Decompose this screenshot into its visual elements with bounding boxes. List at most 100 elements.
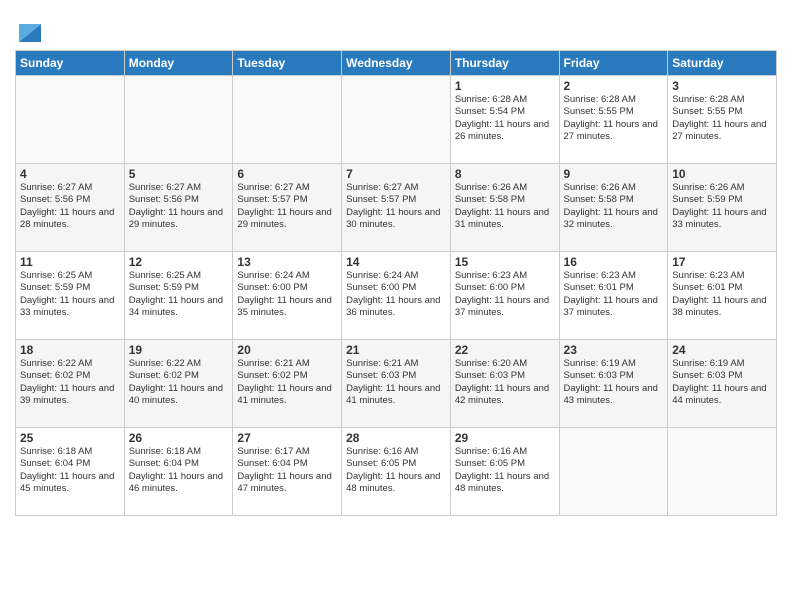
cell-info-line: Sunrise: 6:21 AM xyxy=(237,358,337,370)
cell-info-line: Sunset: 6:03 PM xyxy=(346,370,446,382)
day-header-sunday: Sunday xyxy=(16,51,125,76)
cell-info-line: Sunset: 6:03 PM xyxy=(564,370,664,382)
calendar-cell: 13Sunrise: 6:24 AMSunset: 6:00 PMDayligh… xyxy=(233,252,342,340)
cell-info-line: Sunrise: 6:21 AM xyxy=(346,358,446,370)
day-number: 6 xyxy=(237,167,337,181)
day-header-friday: Friday xyxy=(559,51,668,76)
cell-info-line: Sunrise: 6:23 AM xyxy=(564,270,664,282)
cell-info-line: Sunrise: 6:28 AM xyxy=(564,94,664,106)
cell-info-line: Sunrise: 6:16 AM xyxy=(455,446,555,458)
cell-info-line: Daylight: 11 hours and 37 minutes. xyxy=(455,295,555,320)
cell-info-line: Daylight: 11 hours and 34 minutes. xyxy=(129,295,229,320)
cell-info-line: Sunset: 5:56 PM xyxy=(129,194,229,206)
cell-info-line: Sunset: 6:05 PM xyxy=(346,458,446,470)
week-row-1: 4Sunrise: 6:27 AMSunset: 5:56 PMDaylight… xyxy=(16,164,777,252)
cell-info-line: Sunrise: 6:17 AM xyxy=(237,446,337,458)
cell-info-line: Sunset: 6:05 PM xyxy=(455,458,555,470)
cell-info-line: Daylight: 11 hours and 39 minutes. xyxy=(20,383,120,408)
calendar-cell: 18Sunrise: 6:22 AMSunset: 6:02 PMDayligh… xyxy=(16,340,125,428)
cell-info-line: Sunrise: 6:16 AM xyxy=(346,446,446,458)
cell-info-line: Daylight: 11 hours and 37 minutes. xyxy=(564,295,664,320)
logo-icon xyxy=(19,14,41,42)
calendar-cell xyxy=(342,76,451,164)
calendar-cell xyxy=(124,76,233,164)
header-row: SundayMondayTuesdayWednesdayThursdayFrid… xyxy=(16,51,777,76)
week-row-0: 1Sunrise: 6:28 AMSunset: 5:54 PMDaylight… xyxy=(16,76,777,164)
calendar-cell: 26Sunrise: 6:18 AMSunset: 6:04 PMDayligh… xyxy=(124,428,233,516)
calendar-cell xyxy=(233,76,342,164)
calendar-cell: 2Sunrise: 6:28 AMSunset: 5:55 PMDaylight… xyxy=(559,76,668,164)
cell-info-line: Sunset: 6:03 PM xyxy=(455,370,555,382)
day-number: 23 xyxy=(564,343,664,357)
cell-info-line: Sunrise: 6:19 AM xyxy=(672,358,772,370)
cell-info-line: Sunrise: 6:26 AM xyxy=(564,182,664,194)
cell-info-line: Sunset: 5:57 PM xyxy=(346,194,446,206)
cell-info-line: Sunset: 5:55 PM xyxy=(564,106,664,118)
cell-info-line: Sunset: 6:04 PM xyxy=(237,458,337,470)
day-header-thursday: Thursday xyxy=(450,51,559,76)
cell-info-line: Sunrise: 6:22 AM xyxy=(129,358,229,370)
calendar-cell: 17Sunrise: 6:23 AMSunset: 6:01 PMDayligh… xyxy=(668,252,777,340)
header xyxy=(15,10,777,42)
cell-info-line: Daylight: 11 hours and 38 minutes. xyxy=(672,295,772,320)
cell-info-line: Sunset: 5:59 PM xyxy=(672,194,772,206)
cell-info-line: Sunset: 6:02 PM xyxy=(237,370,337,382)
logo xyxy=(15,14,41,42)
cell-info-line: Daylight: 11 hours and 44 minutes. xyxy=(672,383,772,408)
cell-info-line: Daylight: 11 hours and 41 minutes. xyxy=(346,383,446,408)
cell-info-line: Sunset: 5:58 PM xyxy=(455,194,555,206)
cell-info-line: Daylight: 11 hours and 29 minutes. xyxy=(237,207,337,232)
cell-info-line: Sunrise: 6:22 AM xyxy=(20,358,120,370)
cell-info-line: Sunset: 6:03 PM xyxy=(672,370,772,382)
cell-info-line: Daylight: 11 hours and 42 minutes. xyxy=(455,383,555,408)
cell-info-line: Daylight: 11 hours and 46 minutes. xyxy=(129,471,229,496)
day-number: 16 xyxy=(564,255,664,269)
cell-info-line: Daylight: 11 hours and 33 minutes. xyxy=(672,207,772,232)
cell-info-line: Sunrise: 6:27 AM xyxy=(129,182,229,194)
cell-info-line: Daylight: 11 hours and 28 minutes. xyxy=(20,207,120,232)
cell-info-line: Sunset: 5:55 PM xyxy=(672,106,772,118)
calendar-cell: 12Sunrise: 6:25 AMSunset: 5:59 PMDayligh… xyxy=(124,252,233,340)
calendar-cell: 21Sunrise: 6:21 AMSunset: 6:03 PMDayligh… xyxy=(342,340,451,428)
cell-info-line: Daylight: 11 hours and 31 minutes. xyxy=(455,207,555,232)
calendar-cell: 28Sunrise: 6:16 AMSunset: 6:05 PMDayligh… xyxy=(342,428,451,516)
cell-info-line: Sunset: 6:00 PM xyxy=(237,282,337,294)
cell-info-line: Sunrise: 6:23 AM xyxy=(672,270,772,282)
day-number: 24 xyxy=(672,343,772,357)
cell-info-line: Daylight: 11 hours and 35 minutes. xyxy=(237,295,337,320)
cell-info-line: Sunset: 6:01 PM xyxy=(672,282,772,294)
day-number: 2 xyxy=(564,79,664,93)
calendar-cell xyxy=(16,76,125,164)
cell-info-line: Daylight: 11 hours and 36 minutes. xyxy=(346,295,446,320)
day-number: 29 xyxy=(455,431,555,445)
cell-info-line: Daylight: 11 hours and 43 minutes. xyxy=(564,383,664,408)
day-number: 27 xyxy=(237,431,337,445)
day-number: 9 xyxy=(564,167,664,181)
week-row-2: 11Sunrise: 6:25 AMSunset: 5:59 PMDayligh… xyxy=(16,252,777,340)
cell-info-line: Sunset: 6:04 PM xyxy=(129,458,229,470)
day-number: 11 xyxy=(20,255,120,269)
day-number: 17 xyxy=(672,255,772,269)
calendar-cell: 6Sunrise: 6:27 AMSunset: 5:57 PMDaylight… xyxy=(233,164,342,252)
calendar-cell: 1Sunrise: 6:28 AMSunset: 5:54 PMDaylight… xyxy=(450,76,559,164)
day-number: 5 xyxy=(129,167,229,181)
cell-info-line: Sunrise: 6:26 AM xyxy=(455,182,555,194)
calendar-cell: 4Sunrise: 6:27 AMSunset: 5:56 PMDaylight… xyxy=(16,164,125,252)
cell-info-line: Sunrise: 6:28 AM xyxy=(455,94,555,106)
cell-info-line: Sunrise: 6:25 AM xyxy=(129,270,229,282)
cell-info-line: Daylight: 11 hours and 41 minutes. xyxy=(237,383,337,408)
calendar-cell: 8Sunrise: 6:26 AMSunset: 5:58 PMDaylight… xyxy=(450,164,559,252)
calendar-cell: 27Sunrise: 6:17 AMSunset: 6:04 PMDayligh… xyxy=(233,428,342,516)
day-number: 10 xyxy=(672,167,772,181)
day-number: 15 xyxy=(455,255,555,269)
calendar-cell: 23Sunrise: 6:19 AMSunset: 6:03 PMDayligh… xyxy=(559,340,668,428)
cell-info-line: Sunrise: 6:27 AM xyxy=(20,182,120,194)
cell-info-line: Sunset: 5:59 PM xyxy=(20,282,120,294)
cell-info-line: Sunrise: 6:27 AM xyxy=(237,182,337,194)
cell-info-line: Daylight: 11 hours and 33 minutes. xyxy=(20,295,120,320)
day-number: 21 xyxy=(346,343,446,357)
cell-info-line: Daylight: 11 hours and 40 minutes. xyxy=(129,383,229,408)
cell-info-line: Sunrise: 6:24 AM xyxy=(237,270,337,282)
calendar-cell: 24Sunrise: 6:19 AMSunset: 6:03 PMDayligh… xyxy=(668,340,777,428)
cell-info-line: Sunset: 6:02 PM xyxy=(129,370,229,382)
